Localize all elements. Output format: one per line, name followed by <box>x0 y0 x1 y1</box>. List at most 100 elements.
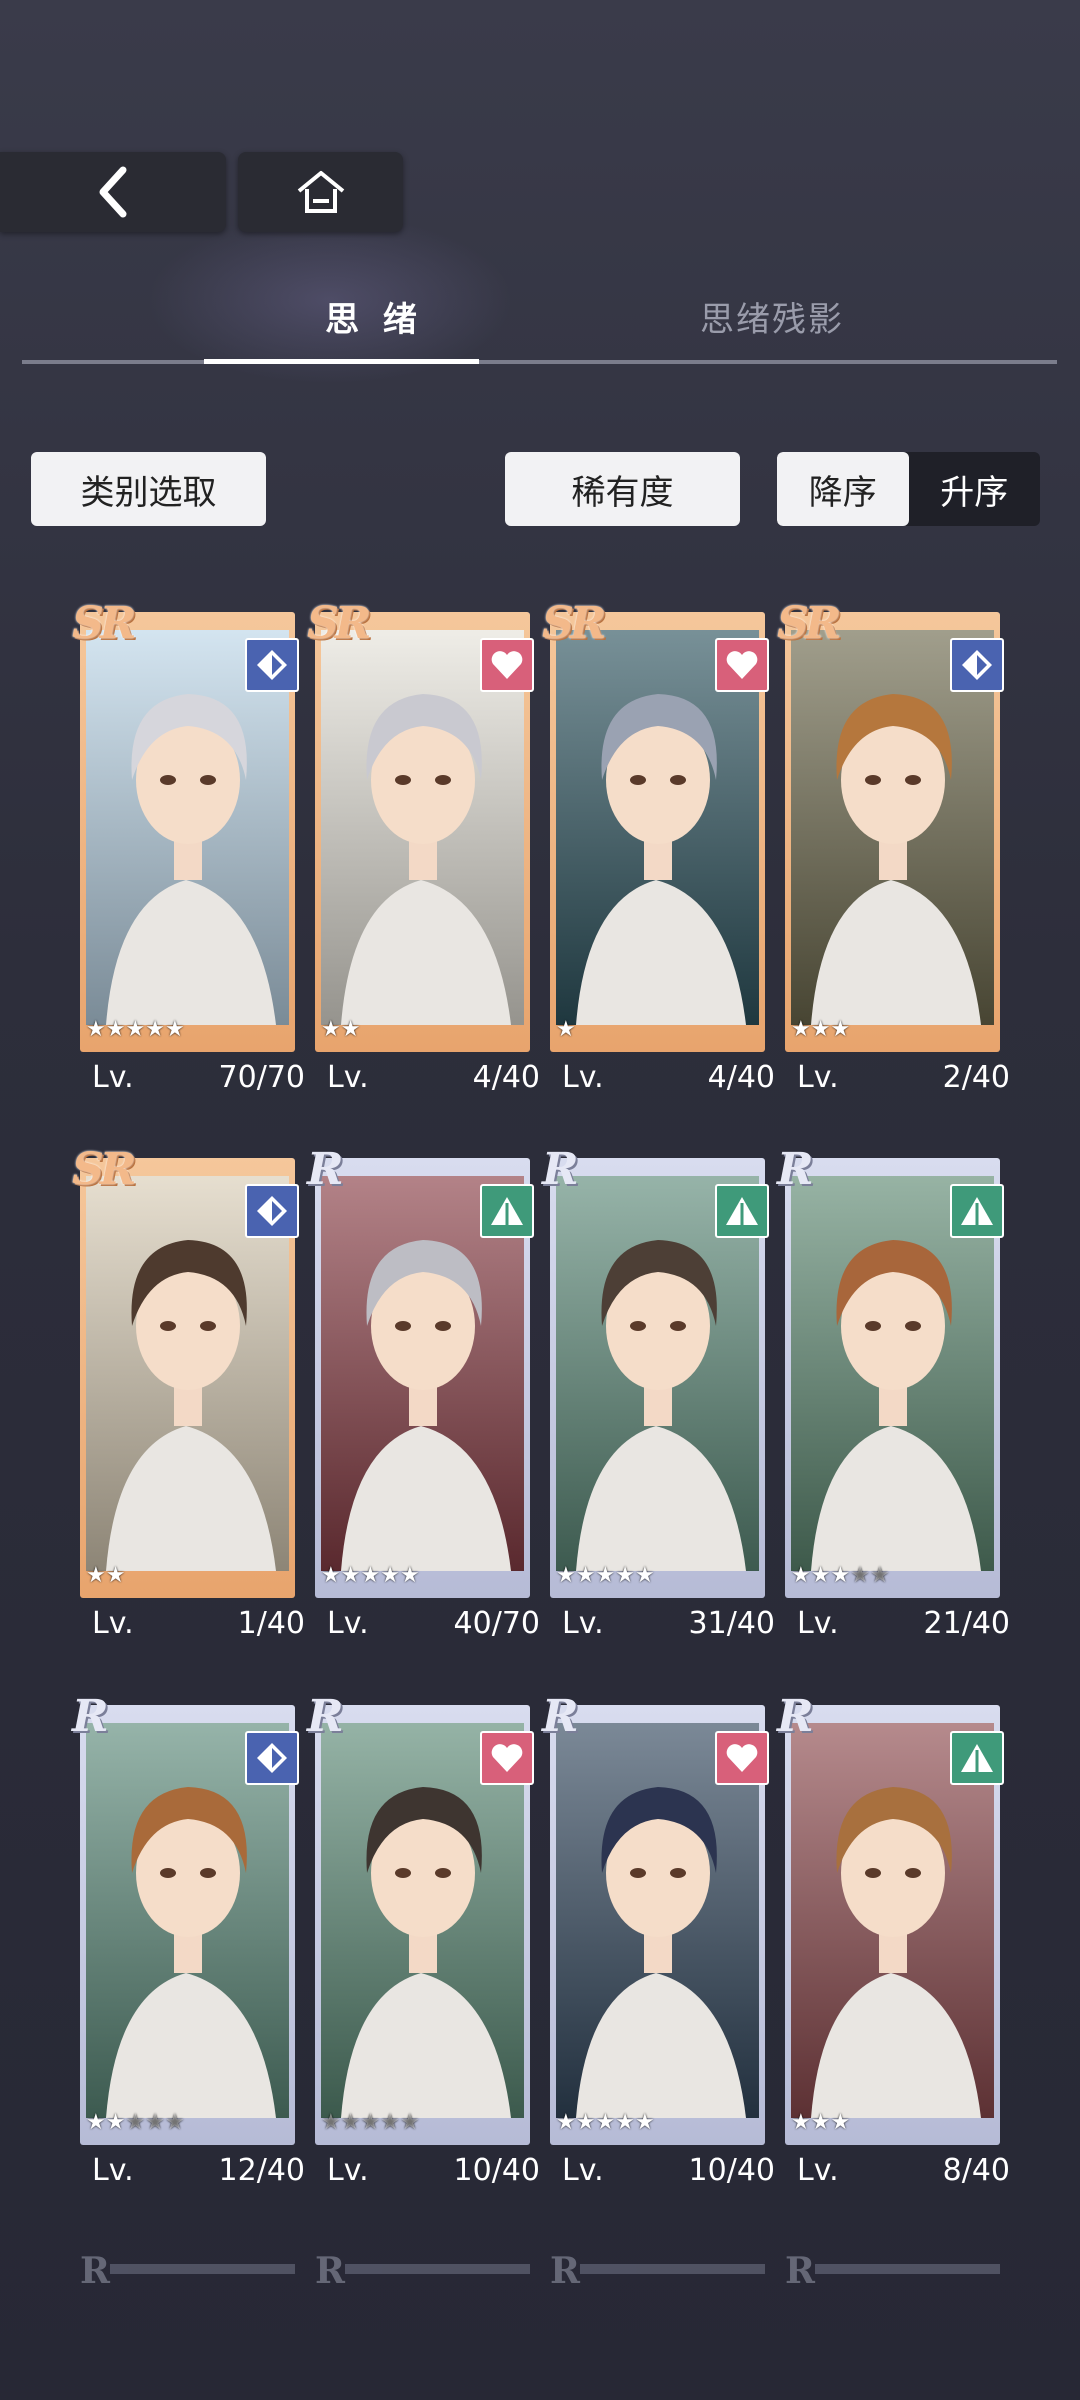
level-value: 21/40 <box>923 1606 1010 1641</box>
green-triangle-icon <box>480 1184 534 1238</box>
rarity-badge: SR <box>72 598 136 649</box>
rarity-sort-button[interactable]: 稀有度 <box>505 452 740 526</box>
tab-active-indicator <box>204 359 479 364</box>
level-label: Lv. <box>92 1060 134 1095</box>
chevron-left-icon <box>99 166 127 218</box>
star-icon: ★ <box>321 1017 341 1042</box>
star-rating: ★★★★★ <box>321 1563 420 1588</box>
level-value: 10/40 <box>453 2153 540 2188</box>
home-icon <box>297 171 344 213</box>
rarity-badge: R <box>80 2250 110 2292</box>
star-icon: ★ <box>340 2110 361 2135</box>
rarity-badge: SR <box>307 598 371 649</box>
partial-card[interactable]: R <box>785 2250 1000 2292</box>
character-card[interactable]: SR ★★★ Lv. 2/40 <box>777 598 1010 1095</box>
level-label: Lv. <box>562 1060 604 1095</box>
star-icon: ★ <box>340 1563 361 1588</box>
star-rating: ★★★★★ <box>791 1563 890 1588</box>
tab-thoughts[interactable]: 思 绪 <box>204 290 544 350</box>
partial-card[interactable]: R <box>80 2250 295 2292</box>
tab-thought-remnants[interactable]: 思绪残影 <box>602 290 942 350</box>
rarity-badge: R <box>542 1144 579 1195</box>
star-rating: ★★ <box>321 1017 360 1042</box>
tab-bar: 思 绪 思绪残影 <box>22 290 1057 364</box>
pink-heart-icon <box>480 638 534 692</box>
rarity-badge: R <box>307 1144 344 1195</box>
level-value: 4/40 <box>707 1060 775 1095</box>
star-icon: ★ <box>810 1017 831 1042</box>
star-icon: ★ <box>615 2110 635 2135</box>
star-icon: ★ <box>86 1563 106 1588</box>
character-card[interactable]: SR ★★★★★ Lv. 70/70 <box>72 598 305 1095</box>
rarity-badge: R <box>550 2250 580 2292</box>
rarity-badge: SR <box>72 1144 136 1195</box>
star-icon: ★ <box>850 1563 870 1588</box>
character-card[interactable]: SR ★★ Lv. 1/40 <box>72 1144 305 1641</box>
level-label: Lv. <box>327 1606 369 1641</box>
green-triangle-icon <box>715 1184 769 1238</box>
star-icon: ★ <box>575 1563 596 1588</box>
level-label: Lv. <box>797 1060 839 1095</box>
character-card[interactable]: R ★★★ Lv. 8/40 <box>777 1691 1010 2188</box>
star-icon: ★ <box>575 2110 596 2135</box>
sort-asc-button[interactable]: 升序 <box>909 452 1041 526</box>
character-card[interactable]: SR ★★ Lv. 4/40 <box>307 598 540 1095</box>
partial-card[interactable]: R <box>550 2250 765 2292</box>
star-rating: ★★ <box>86 1563 125 1588</box>
star-rating: ★★★★★ <box>86 1017 185 1042</box>
rarity-badge: R <box>542 1691 579 1742</box>
character-card[interactable]: R ★★★★★ Lv. 31/40 <box>542 1144 775 1641</box>
star-icon: ★ <box>634 1563 655 1588</box>
rarity-badge: R <box>72 1691 109 1742</box>
star-icon: ★ <box>380 1563 400 1588</box>
star-icon: ★ <box>321 2110 341 2135</box>
character-card[interactable]: R ★★★★★ Lv. 40/70 <box>307 1144 540 1641</box>
star-icon: ★ <box>869 1563 890 1588</box>
star-icon: ★ <box>86 2110 106 2135</box>
star-icon: ★ <box>791 1017 811 1042</box>
star-icon: ★ <box>380 2110 400 2135</box>
category-filter-button[interactable]: 类别选取 <box>31 452 266 526</box>
star-icon: ★ <box>164 1017 185 1042</box>
star-icon: ★ <box>105 1017 126 1042</box>
star-icon: ★ <box>164 2110 185 2135</box>
level-label: Lv. <box>562 1606 604 1641</box>
star-rating: ★★★ <box>791 1017 850 1042</box>
character-card[interactable]: R ★★★★★ Lv. 12/40 <box>72 1691 305 2188</box>
character-card[interactable]: R ★★★★★ Lv. 21/40 <box>777 1144 1010 1641</box>
character-card[interactable]: SR ★ Lv. 4/40 <box>542 598 775 1095</box>
level-label: Lv. <box>797 2153 839 2188</box>
level-value: 70/70 <box>218 1060 305 1095</box>
level-value: 40/70 <box>453 1606 540 1641</box>
star-icon: ★ <box>399 2110 420 2135</box>
star-icon: ★ <box>105 2110 126 2135</box>
back-button[interactable] <box>0 152 226 232</box>
star-icon: ★ <box>105 1563 126 1588</box>
star-icon: ★ <box>830 1017 851 1042</box>
star-icon: ★ <box>791 2110 811 2135</box>
star-icon: ★ <box>615 1563 635 1588</box>
star-icon: ★ <box>340 1017 361 1042</box>
star-icon: ★ <box>125 1017 146 1042</box>
star-icon: ★ <box>399 1563 420 1588</box>
blue-diamond-icon <box>950 638 1004 692</box>
home-button[interactable] <box>238 152 403 232</box>
level-label: Lv. <box>327 1060 369 1095</box>
rarity-badge: SR <box>777 598 841 649</box>
blue-diamond-icon <box>245 1184 299 1238</box>
level-value: 2/40 <box>942 1060 1010 1095</box>
level-label: Lv. <box>327 2153 369 2188</box>
partial-card[interactable]: R <box>315 2250 530 2292</box>
star-icon: ★ <box>595 2110 616 2135</box>
character-card[interactable]: R ★★★★★ Lv. 10/40 <box>542 1691 775 2188</box>
character-card[interactable]: R ★★★★★ Lv. 10/40 <box>307 1691 540 2188</box>
star-icon: ★ <box>556 1017 576 1042</box>
card-frame-top <box>110 2264 295 2274</box>
star-icon: ★ <box>791 1563 811 1588</box>
pink-heart-icon <box>715 638 769 692</box>
star-icon: ★ <box>145 2110 165 2135</box>
level-label: Lv. <box>797 1606 839 1641</box>
sort-desc-button[interactable]: 降序 <box>777 452 909 526</box>
star-icon: ★ <box>321 1563 341 1588</box>
pink-heart-icon <box>715 1731 769 1785</box>
